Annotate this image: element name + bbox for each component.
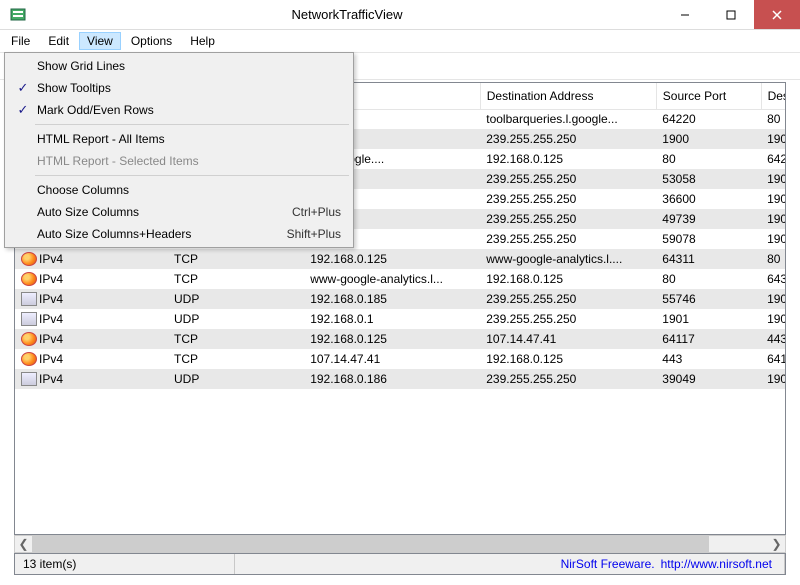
firefox-icon [21, 352, 37, 366]
menu-html-selected: HTML Report - Selected Items [7, 150, 351, 172]
menu-edit[interactable]: Edit [40, 32, 77, 50]
document-icon [21, 312, 37, 326]
col-src-port[interactable]: Source Port [656, 83, 761, 109]
menu-separator [35, 124, 349, 125]
status-count: 13 item(s) [15, 554, 235, 574]
menu-auto-size-columns-headers[interactable]: Auto Size Columns+Headers Shift+Plus [7, 223, 351, 245]
menu-view[interactable]: View [79, 32, 121, 50]
table-row[interactable]: IPv4UDP192.168.0.186239.255.255.25039049… [15, 369, 785, 389]
table-row[interactable]: IPv4UDP192.168.0.185239.255.255.25055746… [15, 289, 785, 309]
document-icon [21, 292, 37, 306]
menu-separator [35, 175, 349, 176]
menu-show-grid-lines[interactable]: Show Grid Lines [7, 55, 351, 77]
titlebar: NetworkTrafficView [0, 0, 800, 30]
menu-mark-odd-even[interactable]: ✓ Mark Odd/Even Rows [7, 99, 351, 121]
firefox-icon [21, 252, 37, 266]
maximize-button[interactable] [708, 0, 754, 29]
minimize-button[interactable] [662, 0, 708, 29]
menu-auto-size-columns[interactable]: Auto Size Columns Ctrl+Plus [7, 201, 351, 223]
statusbar: 13 item(s) NirSoft Freeware. http://www.… [14, 553, 786, 575]
horizontal-scrollbar[interactable]: ❮ ❯ [14, 535, 786, 553]
table-row[interactable]: IPv4TCP192.168.0.125107.14.47.4164117443 [15, 329, 785, 349]
window-title: NetworkTrafficView [32, 7, 662, 22]
view-dropdown: Show Grid Lines ✓ Show Tooltips ✓ Mark O… [4, 52, 354, 248]
table-row[interactable]: IPv4TCP192.168.0.125www-google-analytics… [15, 249, 785, 269]
firefox-icon [21, 332, 37, 346]
menu-show-tooltips[interactable]: ✓ Show Tooltips [7, 77, 351, 99]
checkmark-icon: ✓ [11, 102, 35, 118]
scroll-left-icon[interactable]: ❮ [15, 536, 32, 552]
table-row[interactable]: IPv4TCP107.14.47.41192.168.0.125443641 [15, 349, 785, 369]
firefox-icon [21, 272, 37, 286]
col-dst-address[interactable]: Destination Address [480, 83, 656, 109]
menubar: File Edit View Options Help [0, 30, 800, 52]
table-row[interactable]: IPv4UDP192.168.0.1239.255.255.2501901190 [15, 309, 785, 329]
checkmark-icon: ✓ [11, 80, 35, 96]
scroll-right-icon[interactable]: ❯ [768, 536, 785, 552]
status-brand-cell: NirSoft Freeware. http://www.nirsoft.net [235, 554, 785, 574]
col-dst-port[interactable]: Des [761, 83, 785, 109]
menu-help[interactable]: Help [182, 32, 223, 50]
brand-url[interactable]: http://www.nirsoft.net [661, 557, 772, 571]
app-icon [4, 1, 32, 29]
menu-html-all[interactable]: HTML Report - All Items [7, 128, 351, 150]
menu-options[interactable]: Options [123, 32, 180, 50]
close-button[interactable] [754, 0, 800, 29]
document-icon [21, 372, 37, 386]
menu-file[interactable]: File [3, 32, 38, 50]
scroll-thumb[interactable] [32, 536, 709, 552]
table-row[interactable]: IPv4TCPwww-google-analytics.l...192.168.… [15, 269, 785, 289]
menu-choose-columns[interactable]: Choose Columns [7, 179, 351, 201]
brand-text: NirSoft Freeware. [561, 557, 655, 571]
